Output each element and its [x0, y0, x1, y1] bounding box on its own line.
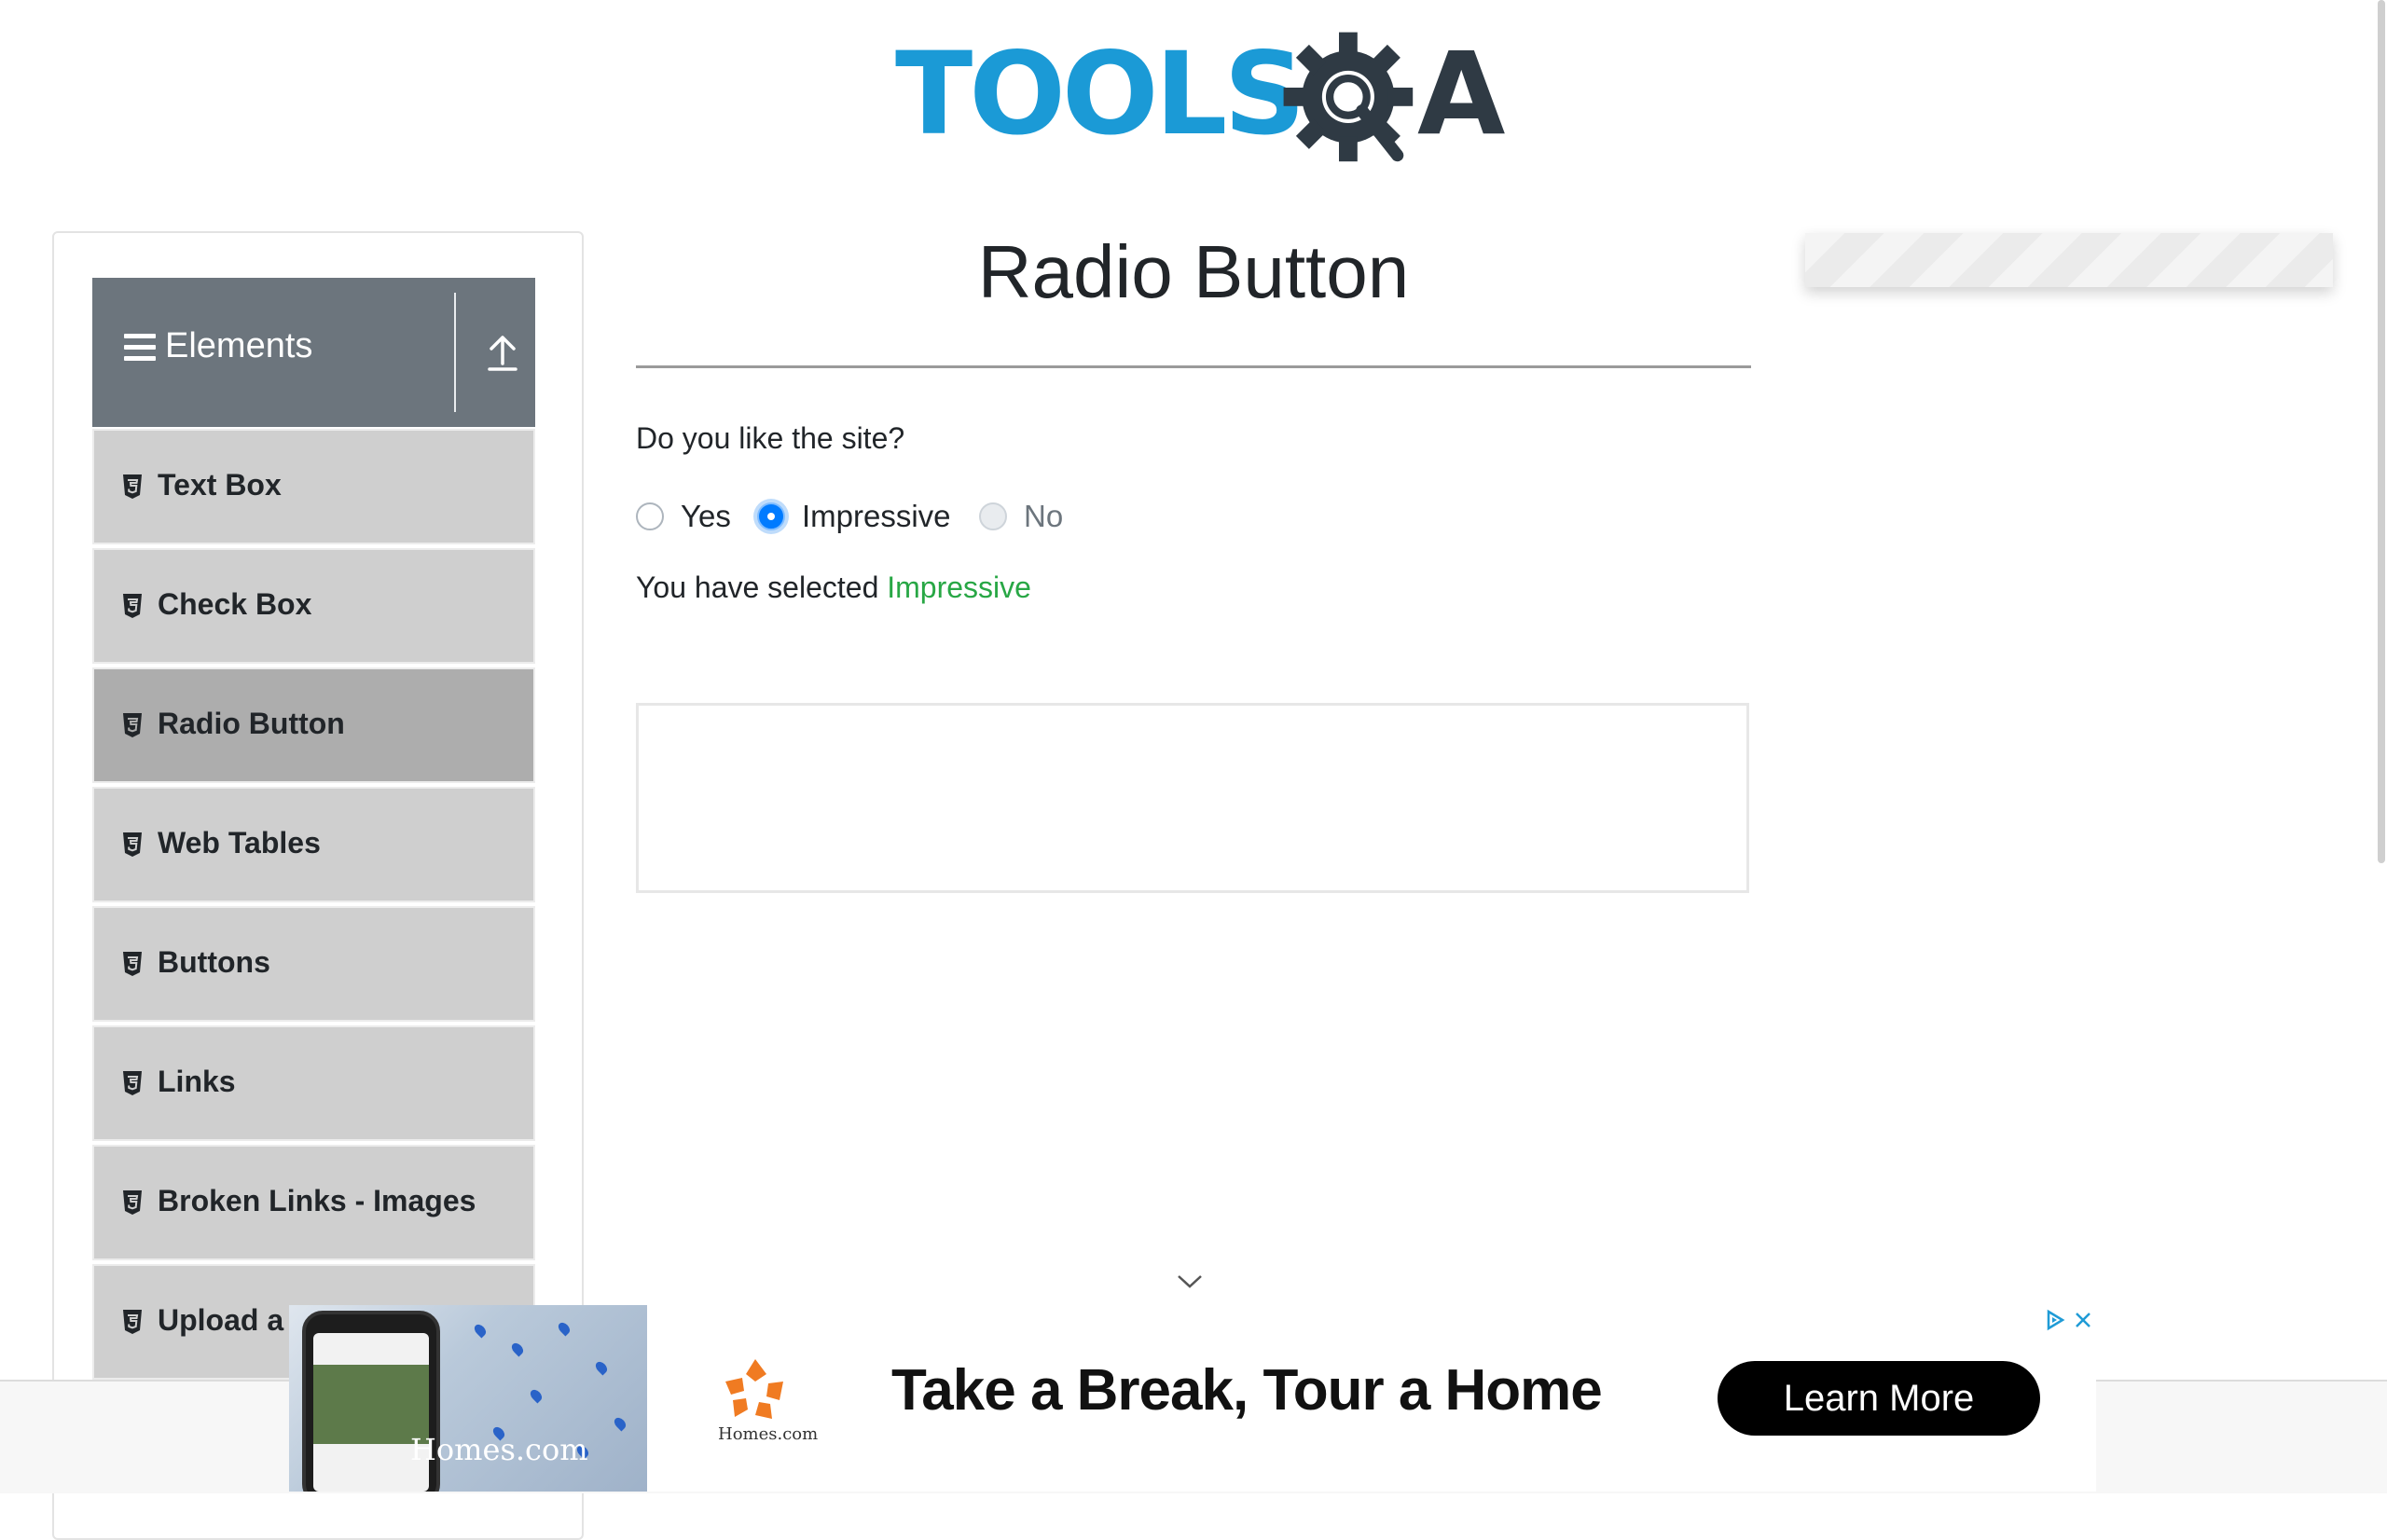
radio-label: No: [1024, 499, 1064, 533]
toolsqa-logo[interactable]: TOOLS A: [895, 26, 1505, 171]
html5-icon: [123, 713, 142, 737]
sidebar-item-label: Links: [158, 1065, 236, 1098]
radio-impressive[interactable]: Impressive: [757, 496, 951, 537]
radio-label[interactable]: Impressive: [802, 499, 951, 534]
radio-circle-disabled: [979, 502, 1007, 530]
map-pin-icon: [528, 1387, 545, 1404]
radio-circle[interactable]: [636, 502, 664, 530]
page-title: Radio Button: [977, 230, 1410, 313]
result-prefix: You have selected: [636, 571, 879, 604]
logo-text-tools: TOOLS: [895, 28, 1305, 160]
html5-icon: [123, 832, 142, 857]
map-pin-icon: [556, 1320, 573, 1337]
elements-group-header[interactable]: Elements: [92, 278, 535, 427]
radio-yes[interactable]: Yes: [636, 496, 731, 537]
radio-no: No: [979, 496, 1063, 537]
hamburger-icon: [124, 334, 156, 364]
html5-icon: [123, 474, 142, 499]
empty-content-box: [636, 703, 1749, 893]
gear-magnifier-icon: [1283, 32, 1414, 162]
learn-more-button[interactable]: Learn More: [1718, 1361, 2040, 1436]
sidebar-item-label: Radio Button: [158, 707, 345, 740]
logo-text-a: A: [1417, 28, 1506, 160]
right-ad-placeholder: [1805, 233, 2333, 287]
selection-result: You have selected Impressive: [636, 571, 1031, 605]
elements-menu-list: Text Box Check Box Radio Button Web Tabl…: [92, 429, 535, 1383]
group-title: Elements: [165, 326, 313, 365]
close-icon[interactable]: [2072, 1309, 2094, 1331]
ad-headline[interactable]: Take a Break, Tour a Home: [891, 1357, 1603, 1423]
sidebar-item-check-box[interactable]: Check Box: [92, 548, 535, 664]
homes-ad-banner[interactable]: Homes.com Homes.com Take a Break, Tour a…: [289, 1305, 2096, 1492]
html5-icon: [123, 1190, 142, 1215]
header-divider: [454, 293, 456, 412]
phone-screen: [313, 1333, 429, 1492]
question-text: Do you like the site?: [636, 421, 905, 455]
sidebar-item-label: Web Tables: [158, 826, 321, 859]
sidebar-item-buttons[interactable]: Buttons: [92, 906, 535, 1022]
radio-label[interactable]: Yes: [681, 499, 731, 534]
map-pin-icon: [509, 1341, 526, 1357]
ad-logo-text: Homes.com: [718, 1424, 819, 1444]
html5-icon: [123, 594, 142, 618]
sidebar-item-label: Check Box: [158, 587, 312, 621]
map-pin-icon: [472, 1322, 489, 1339]
homes-logo-icon: [725, 1359, 783, 1419]
sidebar-item-label: Upload a: [158, 1303, 284, 1337]
html5-icon: [123, 1071, 142, 1095]
map-pin-icon: [593, 1359, 610, 1376]
adchoices-icon[interactable]: [2044, 1309, 2066, 1331]
ad-image-brand: Homes.com: [410, 1432, 588, 1467]
sidebar-item-label: Text Box: [158, 468, 282, 502]
result-value: Impressive: [887, 571, 1031, 604]
sidebar-item-text-box[interactable]: Text Box: [92, 429, 535, 544]
map-pin-icon: [612, 1415, 628, 1432]
html5-icon: [123, 952, 142, 976]
sidebar-item-label: Buttons: [158, 945, 270, 979]
radio-circle-checked[interactable]: [757, 502, 785, 530]
sidebar-item-web-tables[interactable]: Web Tables: [92, 787, 535, 902]
html5-icon: [123, 1310, 142, 1334]
chevron-down-icon[interactable]: [1177, 1273, 1203, 1290]
sidebar-item-radio-button[interactable]: Radio Button: [92, 667, 535, 783]
title-divider: [636, 365, 1751, 368]
sidebar-item-broken-links[interactable]: Broken Links - Images: [92, 1145, 535, 1260]
scrollbar-thumb[interactable]: [2378, 0, 2385, 863]
upload-arrow-icon[interactable]: [475, 324, 531, 380]
ad-image[interactable]: Homes.com: [289, 1305, 647, 1492]
sidebar-item-links[interactable]: Links: [92, 1025, 535, 1141]
sidebar-item-label: Broken Links - Images: [158, 1184, 476, 1217]
